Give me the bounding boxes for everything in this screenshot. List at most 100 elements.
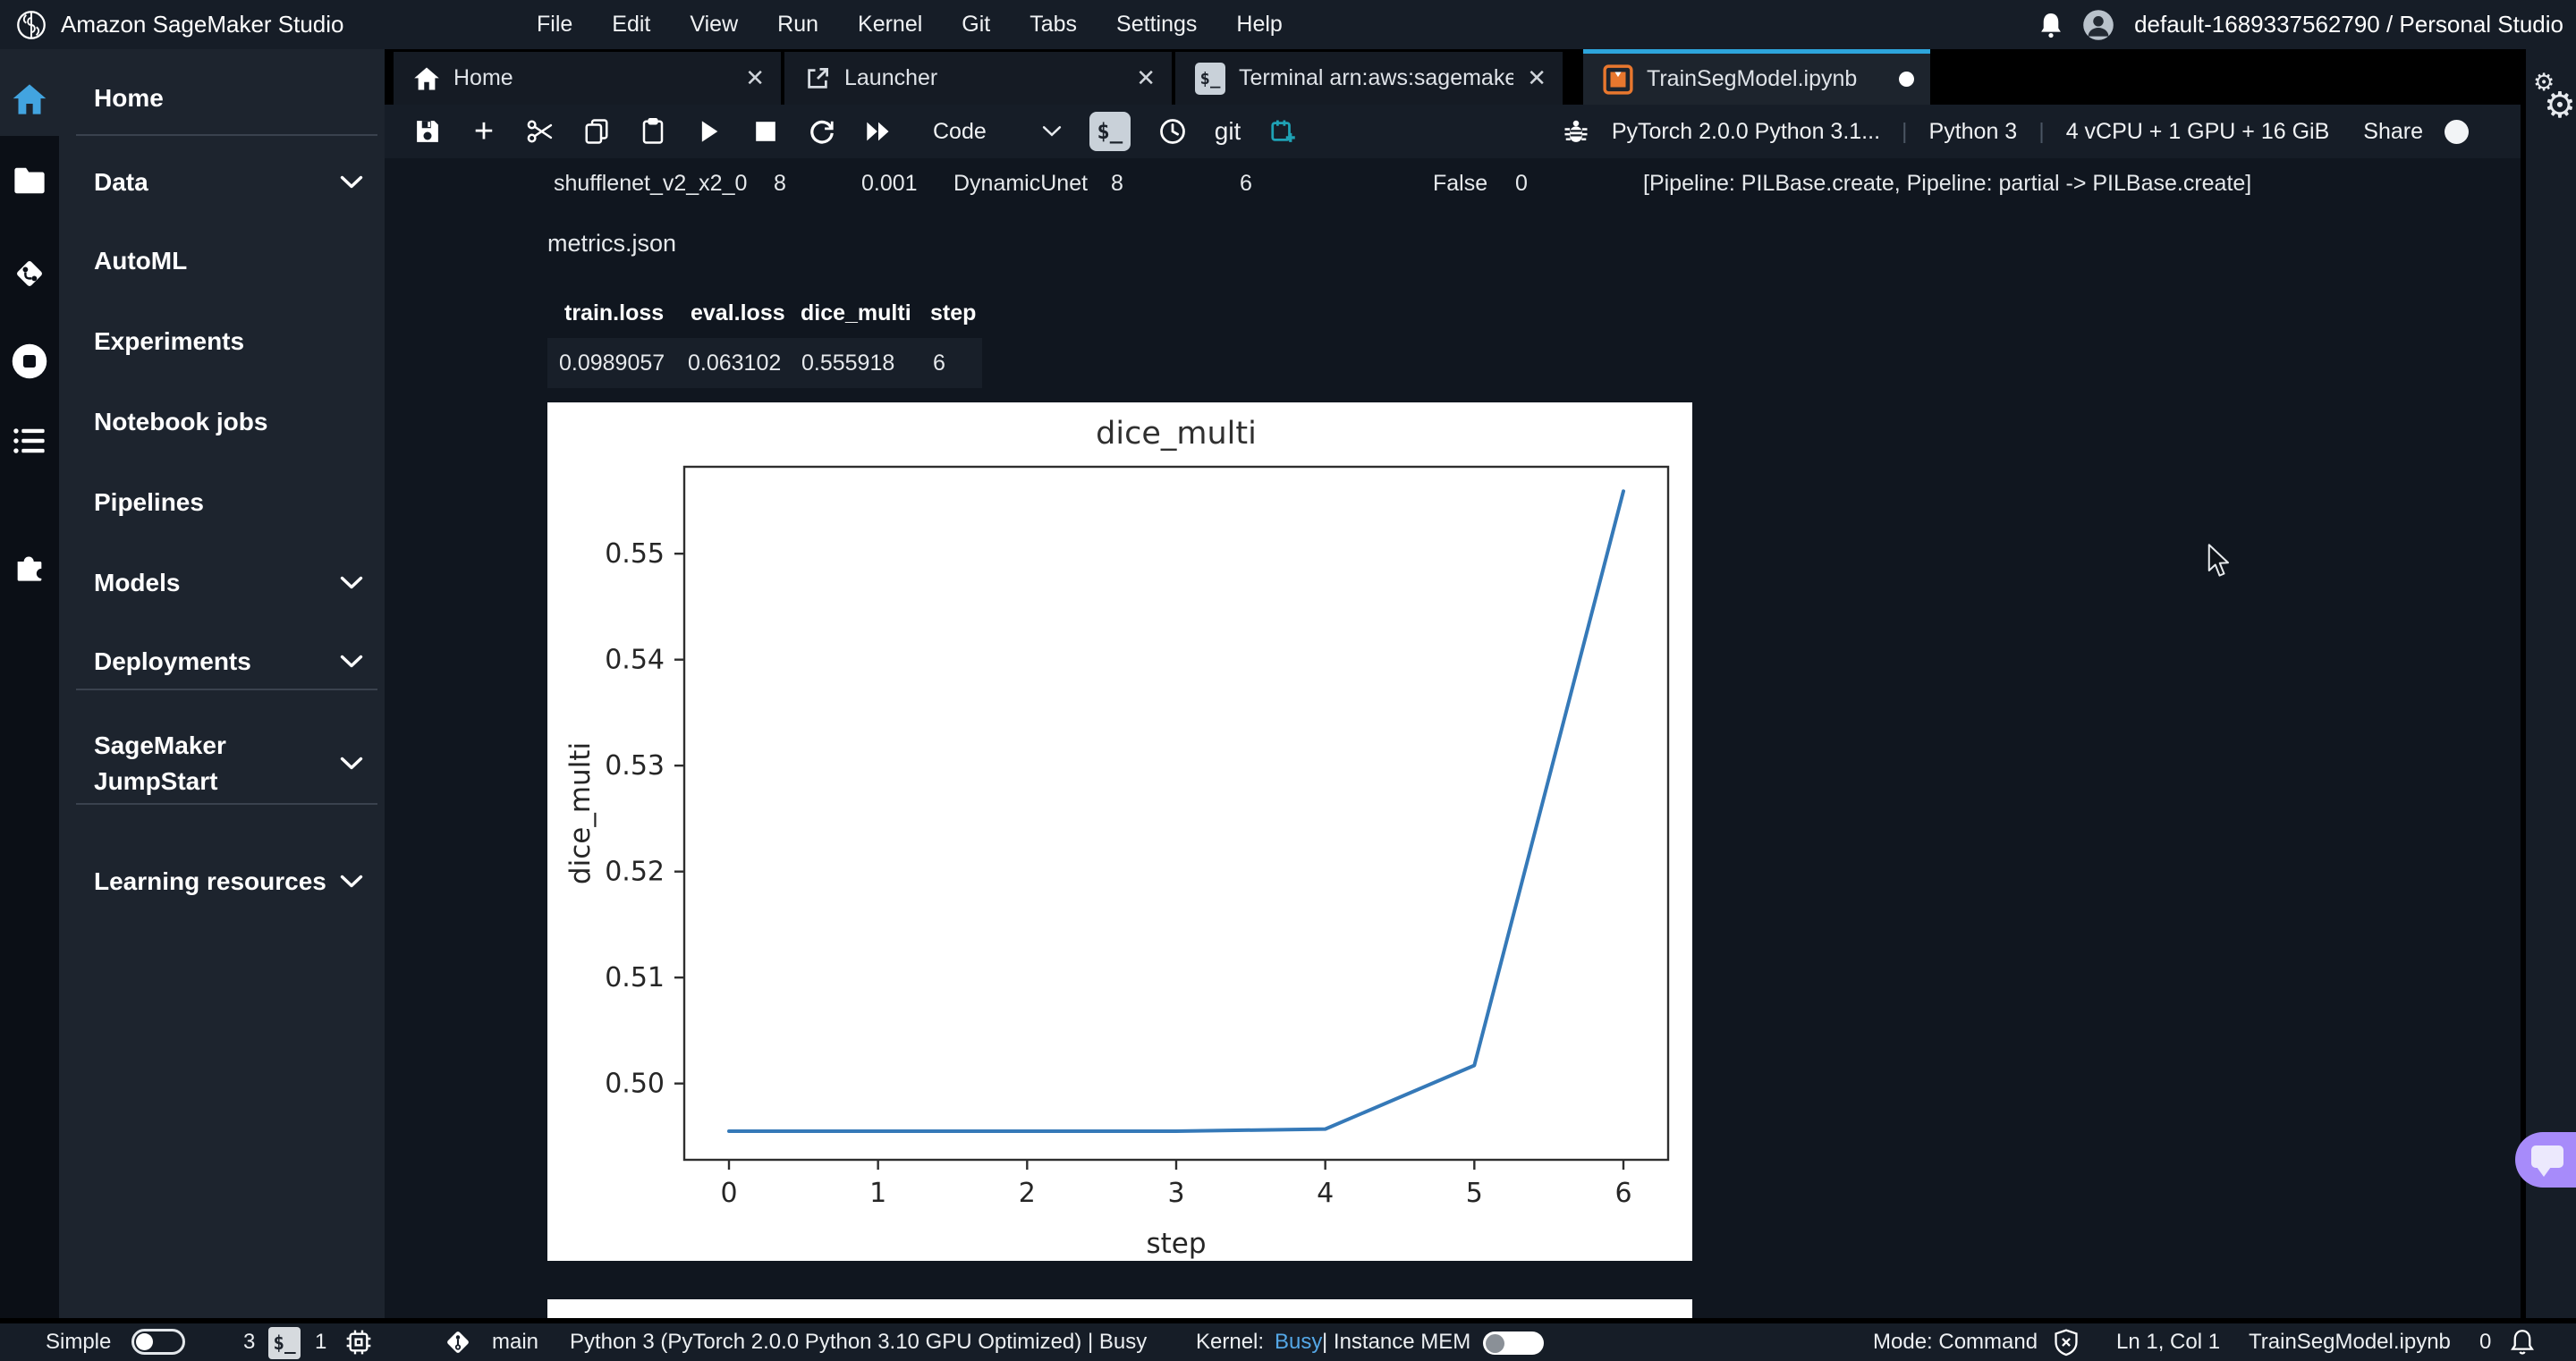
extensions-icon[interactable] <box>0 548 59 584</box>
simple-mode-label: Simple <box>46 1323 111 1361</box>
svg-text:0: 0 <box>720 1178 737 1209</box>
notifications-bell-icon[interactable] <box>2039 12 2063 38</box>
chat-feedback-button[interactable] <box>2515 1132 2576 1188</box>
menu-tabs[interactable]: Tabs <box>1030 12 1077 38</box>
cut-cell-icon[interactable] <box>526 112 555 151</box>
bell-icon[interactable] <box>2510 1328 2535 1361</box>
sidebar-item-experiments[interactable]: Experiments <box>94 320 363 363</box>
collaborator-avatar[interactable] <box>2445 120 2469 144</box>
separator: | <box>1902 119 1908 145</box>
file-browser-icon[interactable] <box>0 166 59 195</box>
interpreter-name[interactable]: Python 3 <box>1929 119 2018 145</box>
sidebar-item-notebook-jobs[interactable]: Notebook jobs <box>94 401 363 444</box>
debugger-bug-icon[interactable] <box>1562 112 1590 151</box>
add-cell-icon[interactable]: + <box>470 112 498 151</box>
sagemaker-logo-icon <box>16 10 47 40</box>
svg-text:1: 1 <box>869 1178 886 1209</box>
sidebar-item-home[interactable]: Home <box>94 77 363 120</box>
history-clock-icon[interactable] <box>1158 112 1187 151</box>
svg-text:0.52: 0.52 <box>605 857 665 888</box>
trust-shield-icon[interactable] <box>2054 1328 2079 1361</box>
sidebar-item-label: AutoML <box>94 240 363 283</box>
cursor-position[interactable]: Ln 1, Col 1 <box>2116 1323 2220 1361</box>
sidebar-item-pipelines[interactable]: Pipelines <box>94 481 363 524</box>
sidebar-item-label: SageMaker JumpStart <box>94 728 340 799</box>
sidebar-item-sagemaker-jumpstart[interactable]: SageMaker JumpStart <box>94 726 363 801</box>
menu-settings[interactable]: Settings <box>1116 12 1197 38</box>
share-button[interactable]: Share <box>2363 119 2423 145</box>
cell-type-value: Code <box>933 119 987 145</box>
simple-mode-toggle[interactable] <box>131 1329 185 1355</box>
close-icon[interactable]: ✕ <box>1527 64 1546 92</box>
terminals-count[interactable]: 3 <box>243 1323 255 1361</box>
tab-launcher[interactable]: Launcher ✕ <box>784 52 1172 105</box>
menu-git[interactable]: Git <box>962 12 990 38</box>
menu-help[interactable]: Help <box>1236 12 1282 38</box>
column-header: step <box>930 295 976 331</box>
git-branch-name[interactable]: main <box>492 1323 538 1361</box>
table-of-contents-icon[interactable] <box>0 426 59 456</box>
column-header: dice_multi <box>801 295 911 331</box>
restart-kernel-icon[interactable] <box>808 112 836 151</box>
topbar-right: default-1689337562790 / Personal Studio <box>2039 0 2563 49</box>
create-notebook-job-icon[interactable] <box>1268 112 1297 151</box>
close-icon[interactable]: ✕ <box>1136 64 1156 92</box>
instance-resources[interactable]: 4 vCPU + 1 GPU + 16 GiB <box>2066 119 2330 145</box>
unsaved-changes-dot[interactable] <box>1899 72 1914 87</box>
sidebar-divider <box>76 134 377 136</box>
stop-kernel-icon[interactable] <box>751 112 780 151</box>
run-cell-icon[interactable] <box>695 112 724 151</box>
sidebar-item-learning-resources[interactable]: Learning resources <box>94 844 363 919</box>
sidebar-nav: Home Data AutoML Experiments Notebook jo… <box>59 49 385 1318</box>
editor-mode[interactable]: Mode: Command <box>1873 1323 2038 1361</box>
chevron-down-icon <box>340 576 363 590</box>
status-bar: Simple 3 $_ 1 main Python 3 (PyTorch 2.0… <box>0 1318 2576 1361</box>
running-instances-icon[interactable] <box>0 342 59 380</box>
open-terminal-icon[interactable]: $_ <box>1089 112 1131 151</box>
git-icon[interactable] <box>0 256 59 292</box>
sidebar-item-deployments[interactable]: Deployments <box>94 640 363 683</box>
menu-kernel[interactable]: Kernel <box>858 12 922 38</box>
menu-view[interactable]: View <box>690 12 738 38</box>
menu-edit[interactable]: Edit <box>612 12 650 38</box>
home-icon[interactable] <box>0 82 59 116</box>
tab-terminal[interactable]: $_ Terminal arn:aws:sagemaker:u ✕ <box>1175 52 1563 105</box>
git-button[interactable]: git <box>1215 117 1241 146</box>
sidebar-item-data[interactable]: Data <box>94 161 363 204</box>
notifications-count[interactable]: 0 <box>2479 1323 2491 1361</box>
svg-text:dice_multi: dice_multi <box>1096 416 1257 452</box>
column-header: eval.loss <box>691 295 785 331</box>
output-cell: 6 <box>1240 165 1252 201</box>
settings-gears-icon[interactable]: ⚙ ⚙ <box>2528 69 2576 131</box>
speech-bubble-tail <box>2537 1167 2551 1177</box>
tab-trainsegmodel-notebook[interactable]: TrainSegModel.ipynb <box>1583 49 1930 105</box>
copy-cell-icon[interactable] <box>582 112 611 151</box>
kernels-count[interactable]: 1 <box>315 1323 326 1361</box>
metrics-json-heading: metrics.json <box>547 225 676 261</box>
sidebar-item-automl[interactable]: AutoML <box>94 240 363 283</box>
svg-text:6: 6 <box>1614 1178 1631 1209</box>
kernel-name[interactable]: PyTorch 2.0.0 Python 3.1... <box>1612 119 1880 145</box>
sidebar-item-models[interactable]: Models <box>94 562 363 604</box>
notebook-content[interactable]: shufflenet_v2_x2_0 8 0.001 DynamicUnet 8… <box>385 158 2521 1318</box>
chevron-down-icon <box>1042 125 1062 138</box>
close-icon[interactable]: ✕ <box>745 64 765 92</box>
git-branch-icon[interactable] <box>443 1327 473 1361</box>
menu-file[interactable]: File <box>537 12 572 38</box>
output-cell: DynamicUnet <box>953 165 1088 201</box>
menu-run[interactable]: Run <box>777 12 818 38</box>
kernel-state[interactable]: Busy <box>1275 1323 1322 1361</box>
table-cell: 6 <box>933 338 945 388</box>
table-cell: 0.555918 <box>801 338 894 388</box>
save-icon[interactable] <box>413 112 442 151</box>
kernel-status-long[interactable]: Python 3 (PyTorch 2.0.0 Python 3.10 GPU … <box>570 1323 1147 1361</box>
user-avatar-icon[interactable] <box>2082 9 2114 41</box>
table-cell: 0.063102 <box>688 338 781 388</box>
active-filename[interactable]: TrainSegModel.ipynb <box>2249 1323 2451 1361</box>
tab-home[interactable]: Home ✕ <box>394 52 781 105</box>
restart-run-all-icon[interactable] <box>864 112 893 151</box>
terminal-icon[interactable]: $_ <box>268 1327 301 1359</box>
user-profile-label[interactable]: default-1689337562790 / Personal Studio <box>2134 11 2563 38</box>
cell-type-select[interactable]: Code <box>933 119 1062 145</box>
paste-cell-icon[interactable] <box>639 112 667 151</box>
